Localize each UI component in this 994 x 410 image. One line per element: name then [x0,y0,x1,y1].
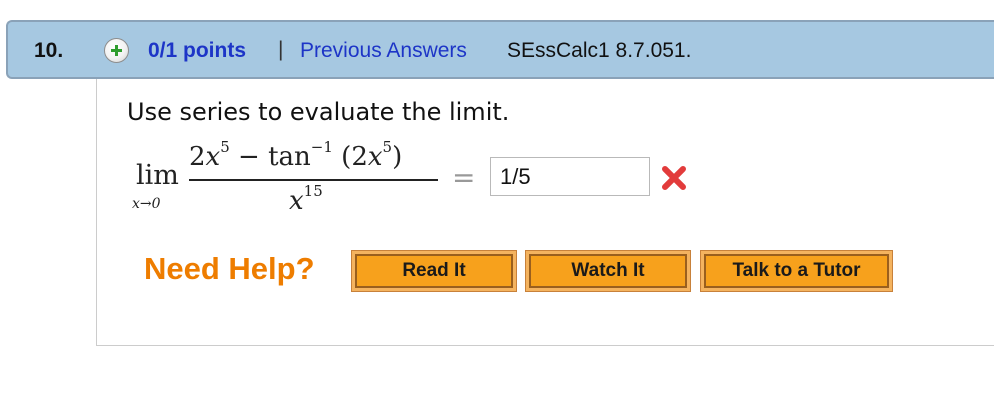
previous-answers-link[interactable]: Previous Answers [300,39,467,63]
x-icon [662,166,686,190]
fraction-numerator: 2x5 − tan−1 (2x5) [189,138,403,172]
points-link[interactable]: 0/1 points [148,39,246,63]
need-help-label: Need Help? [144,251,315,286]
numerator-variable: x [205,142,221,172]
question-content: Use series to evaluate the limit. lim x→… [96,79,994,346]
paren-exponent: 5 [382,138,393,156]
question-number: 10. [34,39,64,62]
numerator-exponent: 5 [220,138,230,156]
fraction-bar [189,179,438,181]
watch-it-label: Watch It [529,254,687,288]
numerator-coefficient: 2 [189,142,206,172]
question-source: SEssCalc1 8.7.051. [507,39,692,62]
question-header: 10. 0/1 points | Previous Answers SEssCa… [6,20,994,79]
paren-variable: x [367,142,383,172]
denominator-exponent: 15 [303,182,323,200]
talk-to-tutor-label: Talk to a Tutor [704,254,889,288]
watch-it-button[interactable]: Watch It [525,250,691,292]
numerator-minus-tan: − tan [229,142,311,172]
denominator-variable: x [289,186,304,216]
header-separator: | [278,38,284,61]
fraction-denominator: x15 [289,182,323,216]
paren-close: ) [392,142,403,172]
talk-to-tutor-button[interactable]: Talk to a Tutor [700,250,893,292]
equals-sign: = [452,161,476,194]
question-prompt: Use series to evaluate the limit. [127,98,510,126]
limit-subscript: x→0 [132,196,161,212]
plus-icon[interactable] [104,38,129,63]
read-it-button[interactable]: Read It [351,250,517,292]
answer-input[interactable]: 1/5 [490,157,650,196]
read-it-label: Read It [355,254,513,288]
limit-operator: lim [136,160,179,191]
paren-open: (2 [332,142,368,172]
tan-exponent: −1 [310,138,333,156]
